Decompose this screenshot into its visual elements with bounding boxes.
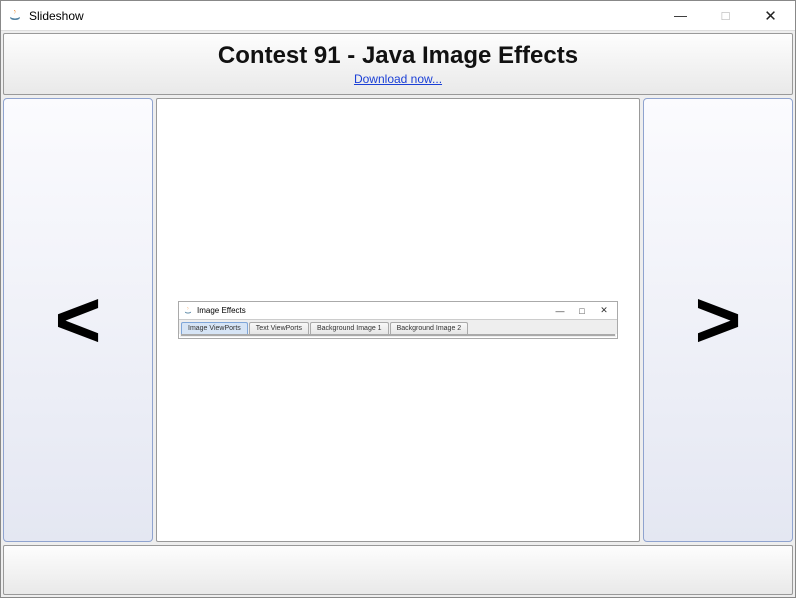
image-panel bbox=[528, 334, 592, 336]
image-panel bbox=[205, 334, 269, 336]
tab-image-viewports[interactable]: Image ViewPorts bbox=[181, 322, 248, 334]
inner-window-title: Image Effects bbox=[197, 306, 246, 315]
inner-close-button[interactable]: ✕ bbox=[593, 304, 615, 318]
footer-panel bbox=[3, 545, 793, 595]
header-panel: Contest 91 - Java Image Effects Download… bbox=[3, 33, 793, 95]
download-link[interactable]: Download now... bbox=[354, 72, 442, 86]
inner-minimize-button[interactable]: — bbox=[549, 304, 571, 318]
page-title: Contest 91 - Java Image Effects bbox=[4, 42, 792, 70]
java-icon bbox=[7, 8, 23, 24]
middle-row: < Image Effects — □ ✕ Image ViewPorts bbox=[3, 98, 793, 542]
app-body: Contest 91 - Java Image Effects Download… bbox=[1, 31, 795, 597]
image-panel bbox=[452, 334, 522, 336]
tab-background-image-2[interactable]: Background Image 2 bbox=[390, 322, 469, 334]
minimize-button[interactable]: — bbox=[658, 2, 703, 30]
tab-text-viewports[interactable]: Text ViewPorts bbox=[249, 322, 309, 334]
inner-titlebar: Image Effects — □ ✕ bbox=[179, 302, 617, 320]
inner-window-controls: — □ ✕ bbox=[549, 304, 615, 318]
java-icon bbox=[183, 306, 193, 316]
window-controls: — □ ✕ bbox=[658, 2, 793, 30]
image-panel bbox=[351, 334, 446, 336]
close-button[interactable]: ✕ bbox=[748, 2, 793, 30]
tab-background-image-1[interactable]: Background Image 1 bbox=[310, 322, 389, 334]
inner-tabs: Image ViewPorts Text ViewPorts Backgroun… bbox=[179, 320, 617, 334]
next-button[interactable]: > bbox=[643, 98, 793, 542]
inner-window: Image Effects — □ ✕ Image ViewPorts Text… bbox=[178, 301, 618, 339]
slide-area: Image Effects — □ ✕ Image ViewPorts Text… bbox=[156, 98, 640, 542]
inner-maximize-button[interactable]: □ bbox=[571, 304, 593, 318]
window-title: Slideshow bbox=[29, 9, 84, 23]
prev-button[interactable]: < bbox=[3, 98, 153, 542]
maximize-button: □ bbox=[703, 2, 748, 30]
window-titlebar: Slideshow — □ ✕ bbox=[1, 1, 795, 31]
image-panel bbox=[275, 334, 345, 336]
inner-content bbox=[181, 334, 615, 336]
